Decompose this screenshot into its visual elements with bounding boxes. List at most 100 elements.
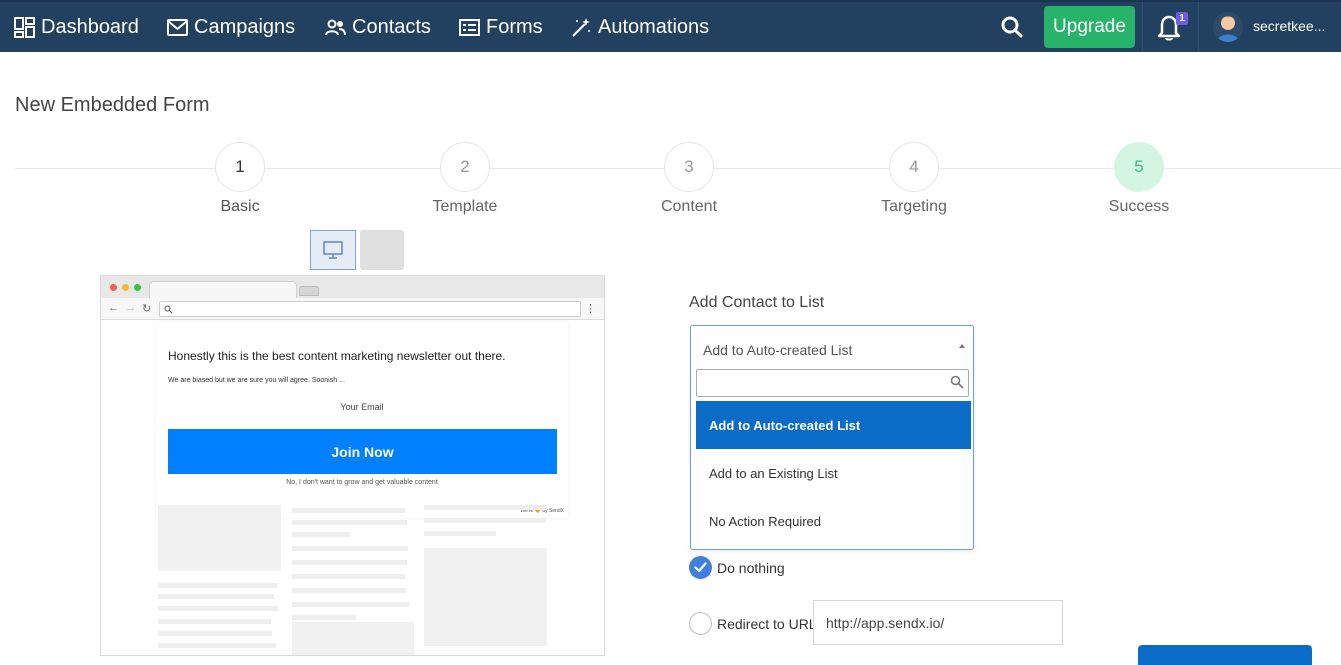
dashboard-icon [14,16,35,38]
placeholder-line [158,643,276,648]
close-dot [110,284,117,291]
step-label: Basic [220,198,260,215]
placeholder-line [292,560,407,565]
desktop-view-button[interactable] [310,230,356,270]
radio-do-nothing[interactable]: Do nothing [689,556,785,579]
step-basic[interactable]: 1 Basic [165,142,315,216]
minimize-dot [122,284,129,291]
browser-tab [149,281,297,298]
nav-campaigns-label: Campaigns [194,15,296,38]
placeholder-line [292,602,409,607]
step-number: 1 [215,142,265,192]
magic-wand-icon [572,17,590,37]
option-no-action[interactable]: No Action Required [696,497,971,545]
nav-dashboard[interactable]: Dashboard [14,2,139,52]
form-subtext: We are biased but we are sure you will a… [168,377,345,384]
step-number: 4 [889,142,939,192]
browser-address-bar: ← → ↻ ⋮ [101,298,604,320]
placeholder-line [424,531,496,536]
monitor-icon [323,241,343,259]
select-current-value[interactable]: Add to Auto-created List [703,342,852,358]
placeholder-line [158,606,278,611]
step-label: Targeting [881,198,947,215]
list-select-dropdown[interactable]: Add to Auto-created List Add to Auto-cre… [690,325,974,550]
step-success[interactable]: 5 Success [1064,142,1214,216]
nav-divider [1142,2,1143,52]
step-number: 2 [440,142,490,192]
page-title: New Embedded Form [15,94,210,116]
email-placeholder: Your Email [340,402,384,412]
placeholder-line [424,505,547,510]
users-icon [325,19,346,35]
step-number: 3 [664,142,714,192]
envelope-icon [167,18,188,36]
radio-unchecked-icon[interactable] [689,612,712,635]
username[interactable]: secretkee... [1253,18,1325,34]
menu-icon: ⋮ [585,303,596,315]
caret-up-icon[interactable] [959,344,965,348]
step-label: Content [660,198,718,215]
nav-dashboard-label: Dashboard [41,15,139,38]
placeholder-line [292,546,408,551]
form-headline: Honestly this is the best content market… [168,349,506,363]
redirect-url-label: Redirect to URL [717,615,817,632]
redirect-url-input[interactable] [813,600,1063,645]
placeholder-line [292,588,406,593]
placeholder-line [158,631,272,636]
search-icon [164,305,173,314]
nav-forms-label: Forms [486,15,543,38]
reload-icon: ↻ [142,303,152,315]
back-icon: ← [108,302,119,314]
placeholder-line [158,594,274,599]
save-button[interactable] [1138,645,1312,665]
placeholder-line [424,518,546,523]
radio-redirect-url[interactable]: Redirect to URL [689,612,817,635]
top-navbar: Dashboard Campaigns Contacts Forms Autom… [0,0,1341,52]
placeholder-line [158,583,277,588]
placeholder-line [292,574,405,579]
placeholder-line [292,615,356,620]
nav-campaigns[interactable]: Campaigns [167,2,295,52]
placeholder-line [292,532,350,537]
nav-forms[interactable]: Forms [459,2,543,52]
placeholder-line [158,619,271,624]
step-content[interactable]: 3 Content [614,142,764,216]
radio-checked-icon[interactable] [689,556,712,579]
placeholder-block [292,622,414,655]
placeholder-line [292,508,405,513]
step-label: Success [1108,198,1170,215]
option-auto-created-list[interactable]: Add to Auto-created List [696,401,971,449]
step-template[interactable]: 2 Template [390,142,540,216]
option-existing-list[interactable]: Add to an Existing List [696,449,971,497]
step-number: 5 [1114,142,1164,192]
placeholder-line [292,520,407,525]
avatar-image [1213,12,1243,42]
add-contact-list-label: Add Contact to List [689,294,825,311]
placeholder-block [158,505,281,571]
nav-automations[interactable]: Automations [571,2,709,52]
nav-divider [1198,2,1199,52]
step-label: Template [432,198,498,215]
avatar[interactable] [1213,12,1243,42]
step-targeting[interactable]: 4 Targeting [839,142,989,216]
notification-badge: 1 [1176,12,1188,25]
mobile-view-button[interactable] [360,230,404,270]
do-nothing-label: Do nothing [717,559,785,576]
form-preview: ← → ↻ ⋮ Honestly this is the best conten… [100,275,605,656]
nav-contacts-label: Contacts [352,15,431,38]
browser-tab-bar [101,276,604,298]
forward-icon: → [125,302,136,314]
search-icon [950,375,964,389]
join-now-button: Join Now [168,429,557,474]
search-icon[interactable] [1000,15,1024,39]
placeholder-block [424,548,547,646]
maximize-dot [134,284,141,291]
decline-link: No, I don't want to grow and get valuabl… [286,479,438,486]
new-tab [299,286,319,296]
upgrade-button[interactable]: Upgrade [1044,6,1135,48]
signup-form-card: Honestly this is the best content market… [156,322,568,518]
dropdown-search-input[interactable] [696,369,969,397]
nav-automations-label: Automations [598,15,710,38]
nav-contacts[interactable]: Contacts [325,2,431,52]
form-icon [459,18,480,36]
